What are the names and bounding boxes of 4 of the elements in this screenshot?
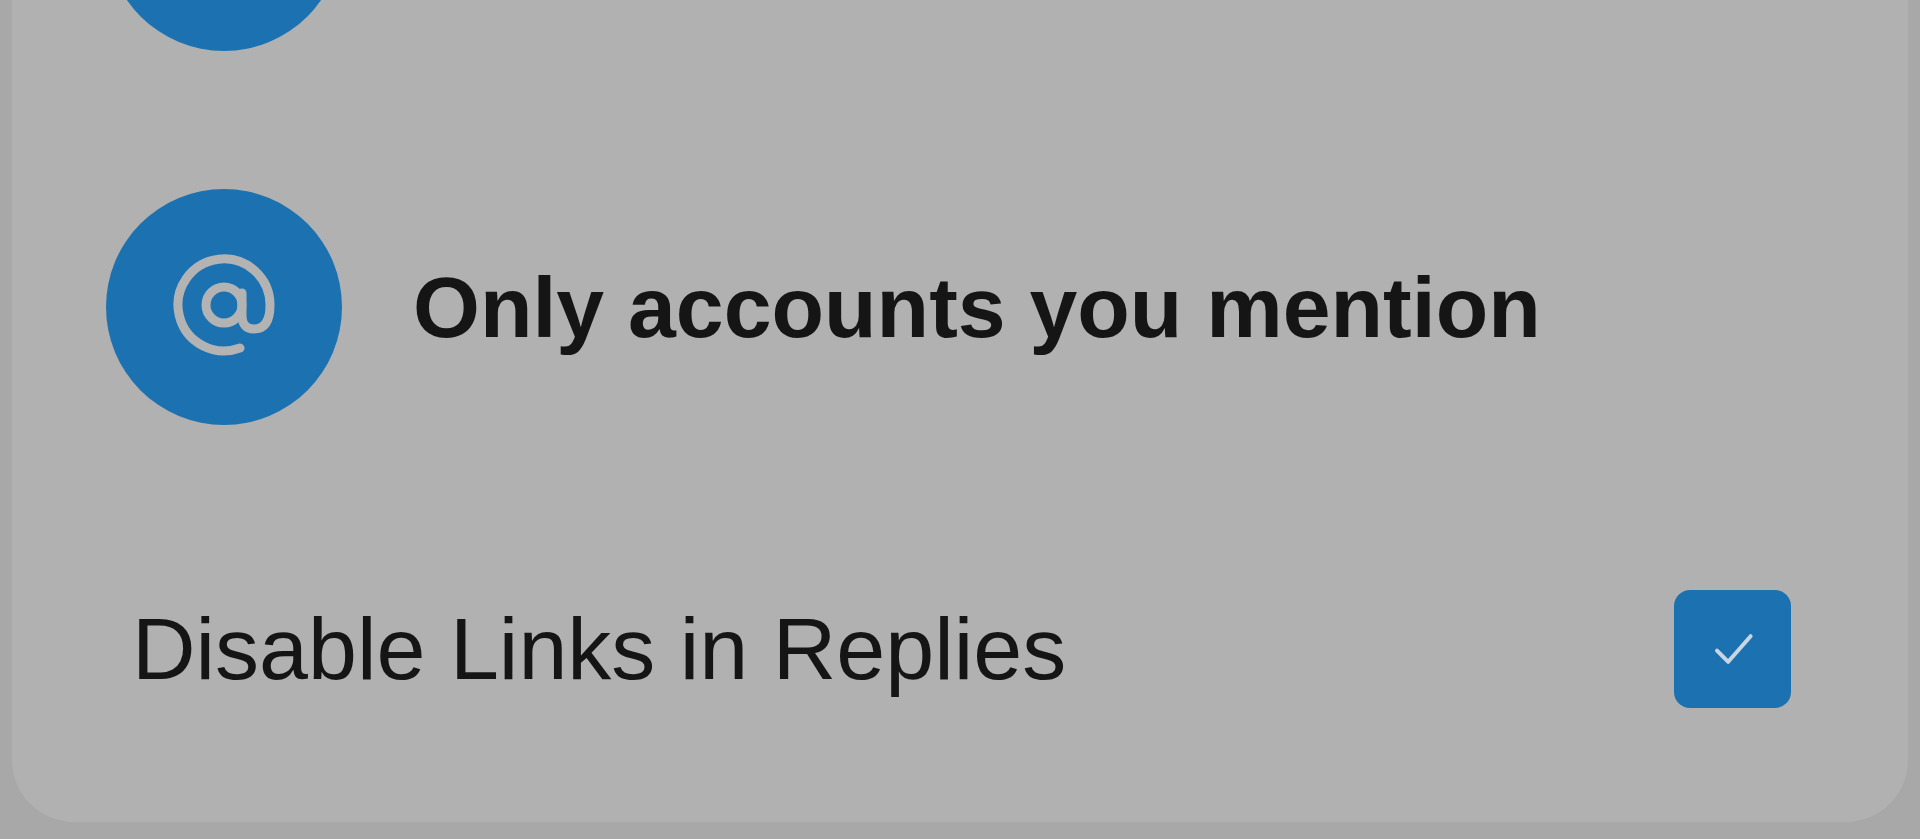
checkbox[interactable] xyxy=(1674,590,1791,708)
at-sign-icon xyxy=(106,189,342,425)
setting-label: Disable Links in Replies xyxy=(132,598,1067,700)
option-label[interactable]: Only accounts you mention xyxy=(413,257,1541,357)
